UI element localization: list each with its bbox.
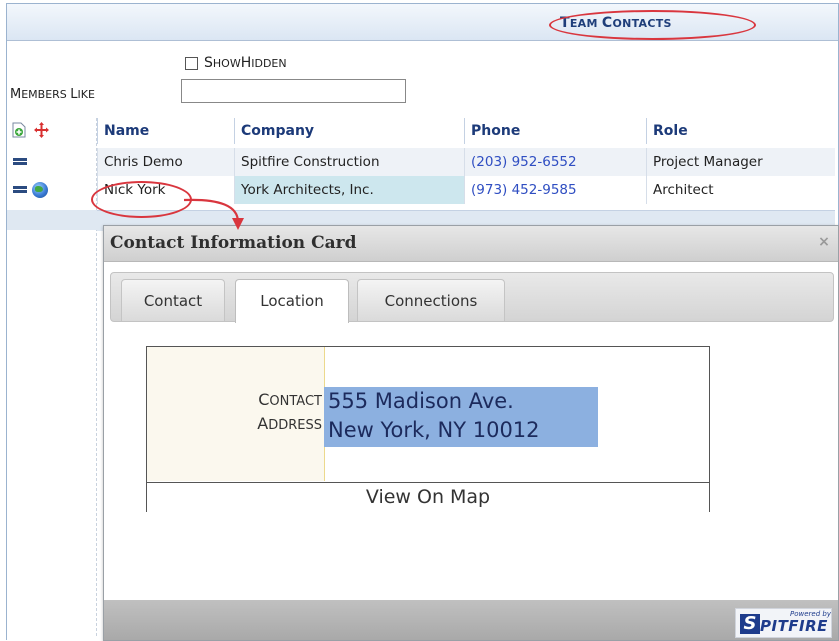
address-label-column: CONTACT ADDRESS [147,347,325,481]
drag-handle-icon[interactable] [13,158,27,165]
address-labels: CONTACT ADDRESS [257,389,324,437]
contact-label-part: ONTACT [269,394,322,409]
address-label: ADDRESS [257,413,322,437]
address-line-1: 555 Madison Ave. [328,389,514,413]
members-like-text: L [70,87,78,102]
address-label-part: A [257,414,269,433]
dialog-title: Contact Information Card [110,233,357,253]
cell-company: York Architects, Inc. [234,176,464,204]
logo-s-mark: S [740,614,760,634]
globe-icon[interactable] [32,182,48,198]
close-icon[interactable]: × [816,234,832,250]
panel-title-bar: TEAM CONTACTS [7,4,838,41]
contact-label-part: C [258,390,270,409]
add-contact-icon[interactable] [12,122,26,138]
members-like-text: IKE [77,88,95,101]
members-like-text: EMBERS [21,88,71,101]
grid-row-strip-left [7,210,97,230]
contact-label: CONTACT [257,389,322,413]
cell-phone-link[interactable]: (973) 452-9585 [464,176,646,204]
tab-location[interactable]: Location [235,279,349,323]
spitfire-logo: Powered by S PITFIRE [735,608,832,638]
members-like-label: MEMBERS LIKE [10,87,95,102]
table-row[interactable]: Chris Demo Spitfire Construction (203) 9… [97,148,835,176]
dialog-title-bar[interactable]: Contact Information Card × [104,226,838,262]
show-hidden-label: IDDEN [251,56,287,70]
show-hidden-checkbox[interactable] [185,56,198,70]
members-like-text: M [10,87,22,102]
panel-title: TEAM CONTACTS [560,13,672,33]
move-icon[interactable] [34,122,49,138]
column-header-phone[interactable]: Phone [464,118,646,144]
table-row[interactable]: Nick York York Architects, Inc. (973) 45… [97,176,835,204]
panel-title-part: C [601,15,613,31]
show-hidden-label: S [204,55,213,71]
logo-wordmark: PITFIRE [760,617,828,635]
tab-connections[interactable]: Connections [357,279,505,321]
cell-role: Architect [646,176,835,204]
drag-handle-icon[interactable] [13,186,27,193]
cell-phone-link[interactable]: (203) 952-6552 [464,148,646,176]
dialog-footer: Powered by S PITFIRE [104,600,838,640]
cell-name[interactable]: Nick York [97,176,234,204]
view-on-map-button[interactable]: View On Map [147,482,709,512]
location-card: CONTACT ADDRESS 555 Madison Ave. New Yor… [146,346,710,512]
panel-title-part: EAM [569,17,602,30]
address-line-2: New York, NY 10012 [328,418,540,442]
cell-name: Chris Demo [97,148,234,176]
show-hidden-toggle[interactable]: S HOW H IDDEN [185,54,287,72]
address-value: 555 Madison Ave. New York, NY 10012 [324,387,598,447]
column-header-name[interactable]: Name [97,118,234,144]
show-hidden-label: HOW [212,56,241,70]
contact-information-card: Contact Information Card × Contact Locat… [103,225,839,641]
show-hidden-label: H [240,55,252,71]
column-header-role[interactable]: Role [646,118,835,144]
members-like-input[interactable] [181,79,406,103]
tab-bar: Contact Location Connections [110,272,834,323]
column-header-company[interactable]: Company [234,118,464,144]
panel-title-part: ONTACTS [612,17,672,30]
panel-title-part: T [560,15,570,31]
address-label-part: DDRESS [268,418,322,433]
cell-company: Spitfire Construction [234,148,464,176]
cell-role: Project Manager [646,148,835,176]
tab-contact[interactable]: Contact [121,279,225,321]
